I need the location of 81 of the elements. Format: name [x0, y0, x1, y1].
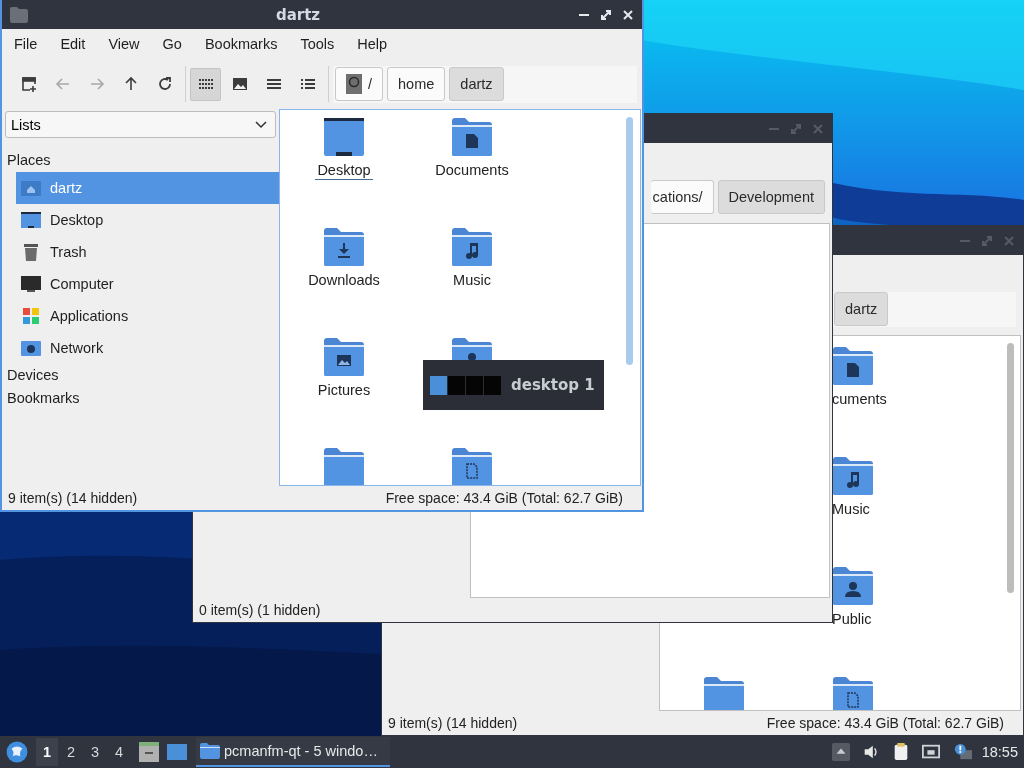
place-item[interactable]: Computer [16, 268, 279, 300]
file-label: Pictures [316, 382, 372, 399]
music-folder-icon[interactable] [832, 456, 874, 496]
desktop-name: desktop 1 [511, 376, 595, 394]
free-space: Free space: 43.4 GiB (Total: 62.7 GiB) [766, 715, 1004, 731]
image-icon [231, 76, 248, 92]
file-label: Public [832, 611, 872, 627]
start-menu-icon[interactable] [6, 741, 28, 763]
file-label: Desktop [315, 162, 373, 180]
place-item[interactable]: Trash [16, 236, 279, 268]
file-folder-icon[interactable] [451, 447, 493, 485]
right-arrow-icon [88, 76, 105, 92]
file-label: Documents [434, 162, 510, 179]
document-folder-icon[interactable] [451, 117, 493, 157]
music-folder-icon[interactable] [451, 227, 493, 267]
menu-item[interactable]: Go [152, 36, 192, 52]
file-cabinet-icon[interactable] [138, 742, 160, 762]
desktop-button[interactable]: 2 [60, 738, 82, 766]
section-heading[interactable]: Places [5, 149, 53, 172]
menu-item[interactable]: Tools [290, 36, 345, 52]
folder-icon[interactable] [323, 447, 365, 485]
trash-icon [21, 242, 41, 262]
path-button[interactable]: Development [717, 180, 825, 214]
place-item[interactable]: Network [16, 332, 279, 364]
dots-grid-icon [197, 76, 214, 92]
file-label: Downloads [307, 272, 381, 289]
folder-icon [200, 743, 220, 759]
file-label: Music [832, 501, 870, 517]
person-folder-icon[interactable] [832, 566, 874, 606]
section-heading[interactable]: Devices [5, 364, 61, 387]
scrollbar[interactable] [1007, 343, 1014, 593]
desktop-icon [21, 210, 41, 230]
chevron-down-icon [255, 120, 267, 129]
item-count: 9 item(s) (14 hidden) [388, 715, 518, 731]
path-button[interactable]: dartz [449, 67, 504, 101]
desktop-button[interactable]: 3 [84, 738, 106, 766]
path-button[interactable]: cations/ [650, 180, 714, 214]
lines-icon [265, 76, 282, 92]
clock: 18:55 [981, 744, 1018, 760]
path-button[interactable]: home [387, 67, 446, 101]
menu-item[interactable]: Help [347, 36, 398, 52]
place-item[interactable]: Desktop [16, 204, 279, 236]
tray-arrow-button[interactable] [831, 743, 850, 761]
left-arrow-icon [54, 76, 71, 92]
desktop-icon[interactable] [166, 742, 188, 762]
document-folder-icon[interactable] [832, 346, 874, 386]
places-dropdown[interactable]: Lists [5, 111, 276, 138]
path-button[interactable]: / [335, 67, 384, 101]
picture-folder-icon[interactable] [323, 337, 365, 377]
task-button[interactable]: pcmanfm-qt - 5 windo… [196, 737, 390, 767]
new-window-icon [20, 76, 37, 92]
desktop-button[interactable]: 1 [36, 738, 58, 766]
free-space: Free space: 43.4 GiB (Total: 62.7 GiB) [385, 490, 623, 506]
drive-icon [346, 74, 362, 94]
app-grid-icon [21, 306, 41, 326]
window-title: dartz [274, 5, 322, 24]
icon-view-button[interactable] [190, 67, 221, 101]
network-icon[interactable] [921, 743, 940, 761]
file-label: Music [452, 272, 492, 289]
download-folder-icon[interactable] [323, 227, 365, 267]
file-label: cuments [832, 391, 887, 407]
item-count: 0 item(s) (1 hidden) [199, 602, 321, 618]
menu-item[interactable]: Bookmarks [194, 36, 288, 52]
menu-item[interactable]: View [98, 36, 150, 52]
file-folder-icon[interactable] [832, 676, 874, 710]
folder-icon[interactable] [703, 676, 745, 710]
place-item[interactable]: Applications [16, 300, 279, 332]
desktop-button[interactable]: 4 [108, 738, 130, 766]
monitor-icon [21, 274, 41, 294]
home-folder-icon [21, 178, 41, 198]
menu-item[interactable]: Edit [50, 36, 96, 52]
scrollbar[interactable] [626, 117, 633, 365]
desktop-folder-icon[interactable] [323, 117, 365, 157]
folder-icon [10, 6, 28, 23]
list-icon [299, 76, 316, 92]
item-count: 9 item(s) (14 hidden) [8, 490, 138, 506]
reload-icon [156, 76, 173, 92]
network-folder-icon [21, 338, 41, 358]
menu-item[interactable]: File [4, 36, 48, 52]
section-heading[interactable]: Bookmarks [5, 387, 82, 410]
path-button[interactable]: dartz [834, 292, 889, 326]
